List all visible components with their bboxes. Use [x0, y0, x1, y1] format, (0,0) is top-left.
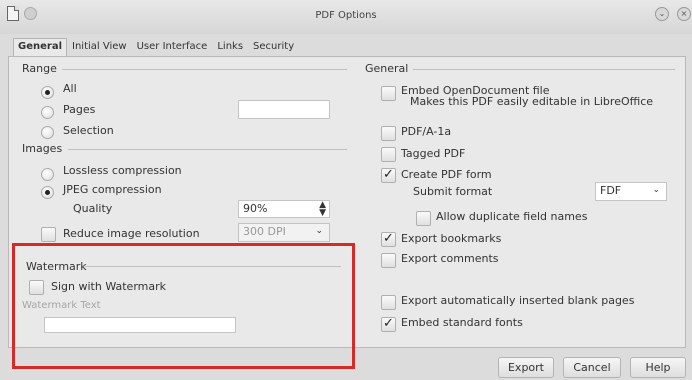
- general-divider: [413, 69, 675, 70]
- reduce-resolution-checkbox[interactable]: [41, 227, 56, 242]
- range-selection-radio[interactable]: [41, 126, 54, 139]
- chevron-down-icon: ⌄: [652, 185, 660, 195]
- submit-format-label: Submit format: [413, 185, 493, 198]
- embed-odf-description: Makes this PDF easily editable in LibreO…: [410, 95, 654, 108]
- general-heading: General: [365, 62, 409, 75]
- images-divider: [68, 149, 347, 150]
- pdfa-checkbox[interactable]: [381, 126, 396, 141]
- tab-links[interactable]: Links: [212, 38, 248, 56]
- quality-label: Quality: [73, 202, 113, 215]
- tab-bar: General Initial View User Interface Link…: [13, 38, 299, 56]
- pdfa-label[interactable]: PDF/A-1a: [401, 125, 451, 138]
- lossless-radio[interactable]: [41, 168, 54, 181]
- spinner-icon[interactable]: ▲ ▼: [319, 201, 326, 218]
- reduce-resolution-label[interactable]: Reduce image resolution: [63, 227, 200, 240]
- allow-duplicate-label[interactable]: Allow duplicate field names: [436, 210, 587, 223]
- window-title: PDF Options: [315, 10, 377, 21]
- embed-fonts-label[interactable]: Embed standard fonts: [401, 316, 523, 329]
- range-divider: [62, 69, 347, 70]
- range-pages-radio[interactable]: [41, 106, 54, 119]
- dpi-select[interactable]: 300 DPI ⌄: [238, 223, 330, 242]
- tagged-pdf-label[interactable]: Tagged PDF: [401, 147, 465, 160]
- allow-duplicate-checkbox[interactable]: [416, 211, 431, 226]
- pages-input[interactable]: [238, 100, 330, 119]
- title-bar: PDF Options ⌄ ×: [0, 0, 692, 34]
- submit-format-select[interactable]: FDF ⌄: [595, 182, 667, 201]
- tab-initial-view[interactable]: Initial View: [67, 38, 132, 56]
- jpeg-radio[interactable]: [41, 186, 54, 199]
- embed-odf-checkbox[interactable]: [381, 86, 396, 101]
- quality-value: 90%: [243, 202, 268, 215]
- minimize-icon[interactable]: ⌄: [655, 7, 669, 21]
- export-bookmarks-label[interactable]: Export bookmarks: [401, 232, 501, 245]
- range-pages-label[interactable]: Pages: [63, 103, 95, 116]
- export-comments-checkbox[interactable]: [381, 253, 396, 268]
- tab-general[interactable]: General: [13, 38, 67, 56]
- close-icon[interactable]: ×: [677, 7, 691, 21]
- create-form-checkbox[interactable]: [381, 167, 396, 183]
- dpi-value: 300 DPI: [243, 225, 286, 238]
- range-selection-label[interactable]: Selection: [63, 124, 114, 137]
- export-bookmarks-checkbox[interactable]: [381, 231, 396, 247]
- embed-fonts-checkbox[interactable]: [381, 316, 396, 332]
- submit-format-value: FDF: [600, 184, 622, 197]
- jpeg-label[interactable]: JPEG compression: [63, 183, 162, 196]
- range-all-radio[interactable]: [41, 86, 54, 99]
- tab-user-interface[interactable]: User Interface: [132, 38, 213, 56]
- cancel-button[interactable]: Cancel: [563, 357, 621, 378]
- export-comments-label[interactable]: Export comments: [401, 252, 499, 265]
- tab-security[interactable]: Security: [248, 38, 299, 56]
- help-button[interactable]: Help: [630, 357, 686, 378]
- range-heading: Range: [22, 62, 57, 75]
- range-all-label[interactable]: All: [63, 82, 77, 95]
- export-blank-pages-label[interactable]: Export automatically inserted blank page…: [401, 294, 634, 307]
- chevron-down-icon: ⌄: [315, 226, 323, 236]
- tagged-pdf-checkbox[interactable]: [381, 147, 396, 162]
- export-button[interactable]: Export: [498, 357, 554, 378]
- export-blank-pages-checkbox[interactable]: [381, 295, 396, 310]
- lossless-label[interactable]: Lossless compression: [63, 164, 182, 177]
- create-form-label[interactable]: Create PDF form: [401, 168, 492, 181]
- images-heading: Images: [22, 142, 63, 155]
- highlight-box: [12, 243, 355, 369]
- quality-input[interactable]: 90% ▲ ▼: [238, 200, 330, 218]
